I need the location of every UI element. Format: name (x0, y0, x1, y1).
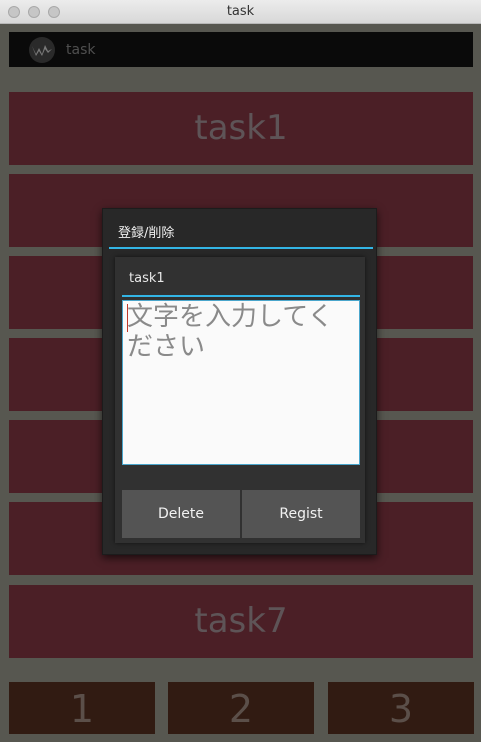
dialog-title: 登録/削除 (118, 226, 175, 241)
text-cursor (127, 304, 128, 332)
task-name-divider (122, 295, 360, 297)
dialog-overlay: 登録/削除 task1 Delete Regist (0, 24, 481, 742)
regist-button[interactable]: Regist (242, 490, 360, 538)
app-content: task task1 task7 1 2 3 登録/削除 task1 Delet… (0, 24, 481, 742)
delete-button[interactable]: Delete (122, 490, 240, 538)
register-delete-dialog: 登録/削除 task1 Delete Regist (102, 208, 377, 555)
dialog-title-divider (109, 247, 373, 249)
task-name-label: task1 (129, 271, 165, 286)
window-titlebar: task (0, 0, 481, 24)
task-text-input[interactable] (122, 300, 360, 465)
window-title: task (226, 4, 255, 19)
dialog-content: task1 Delete Regist (115, 257, 365, 543)
